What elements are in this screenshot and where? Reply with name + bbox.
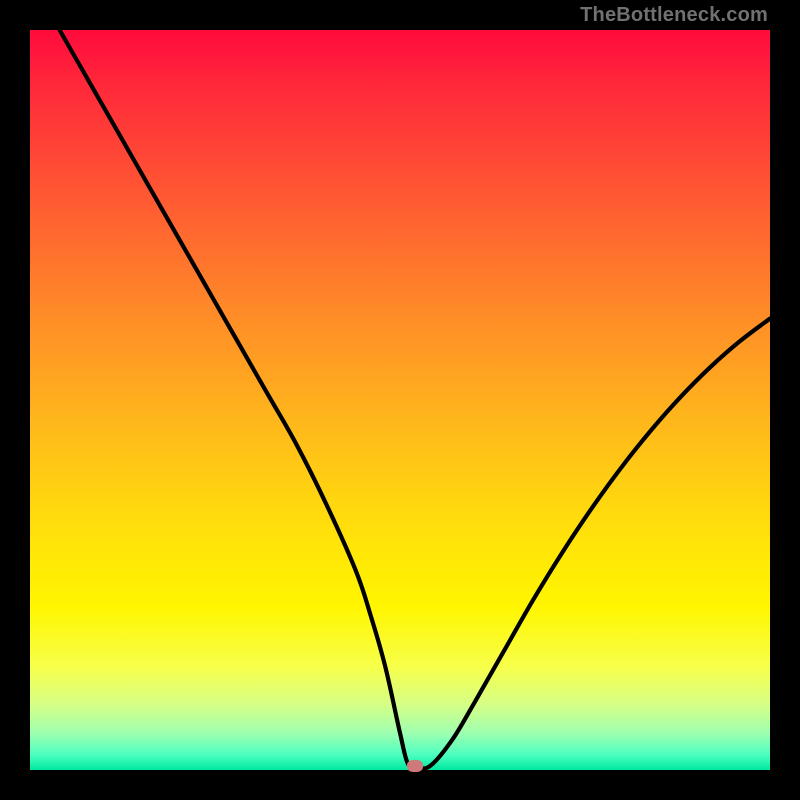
chart-frame: TheBottleneck.com xyxy=(0,0,800,800)
minimum-marker xyxy=(407,760,423,772)
attribution-text: TheBottleneck.com xyxy=(580,4,768,27)
curve-layer xyxy=(30,30,770,770)
plot-area xyxy=(30,30,770,770)
bottleneck-curve xyxy=(60,30,770,769)
